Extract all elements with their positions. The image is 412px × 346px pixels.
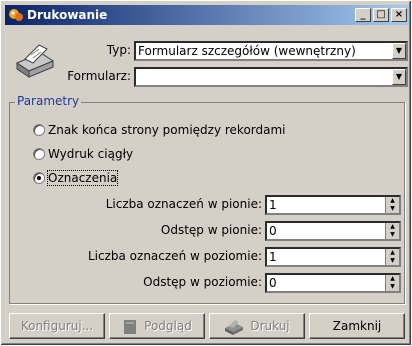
spinner-arrows-icon[interactable]: ▲ ▼ <box>385 197 399 213</box>
print-icon <box>225 319 244 335</box>
spinner-arrows-icon[interactable]: ▲ ▼ <box>385 223 399 239</box>
radio-page-break[interactable]: Znak końca strony pomiędzy rekordami <box>33 123 286 137</box>
radio-continuous[interactable]: Wydruk ciągły <box>33 147 133 161</box>
vertical-spacing-value: 0 <box>269 224 277 238</box>
horizontal-count-value: 1 <box>269 250 277 264</box>
close-window-button[interactable]: × <box>391 8 407 22</box>
radio-button[interactable] <box>33 124 45 136</box>
maximize-icon: □ <box>376 9 386 20</box>
type-label: Typ: <box>106 43 131 57</box>
printer-icon <box>15 44 55 78</box>
print-dialog: Drukowanie _ □ × Typ: Formularz szczegół… <box>0 0 412 346</box>
maximize-button[interactable]: □ <box>373 8 389 22</box>
parameters-group-title: Parametry <box>15 94 82 108</box>
type-select[interactable]: Formularz szczegółów (wewnętrzny) ▼ <box>134 41 408 61</box>
vertical-count-value: 1 <box>269 198 277 212</box>
radio-selected-dot <box>37 176 41 180</box>
form-select[interactable]: ▼ <box>134 67 408 87</box>
spinner-arrows-icon[interactable]: ▲ ▼ <box>385 249 399 265</box>
preview-button[interactable]: Podgląd <box>109 313 205 339</box>
close-icon: × <box>394 9 404 20</box>
print-button[interactable]: Drukuj <box>209 313 305 339</box>
radio-labels[interactable]: Oznaczenia <box>33 170 119 186</box>
vertical-spacing-input[interactable]: 0 ▲ ▼ <box>265 221 401 241</box>
radio-button[interactable] <box>33 148 45 160</box>
preview-label: Podgląd <box>144 319 192 333</box>
minimize-button[interactable]: _ <box>355 8 371 22</box>
close-label: Zamknij <box>332 319 382 333</box>
title-bar[interactable]: Drukowanie _ □ × <box>5 5 409 25</box>
horizontal-spacing-label: Odstęp w poziomie: <box>143 275 262 289</box>
vertical-count-label: Liczba oznaczeń w pionie: <box>105 197 262 211</box>
chevron-down-icon[interactable]: ▼ <box>392 43 406 59</box>
form-label: Formularz: <box>67 69 131 83</box>
horizontal-count-label: Liczba oznaczeń w poziomie: <box>87 249 262 263</box>
spinner-arrows-icon[interactable]: ▲ ▼ <box>385 275 399 291</box>
radio-label: Oznaczenia <box>46 170 119 186</box>
preview-icon <box>124 319 137 334</box>
vertical-spacing-label: Odstęp w pionie: <box>160 223 262 237</box>
horizontal-count-input[interactable]: 1 ▲ ▼ <box>265 247 401 267</box>
chevron-down-icon[interactable]: ▼ <box>392 69 406 85</box>
radio-label: Wydruk ciągły <box>48 147 134 161</box>
window-title: Drukowanie <box>27 8 108 22</box>
radio-button[interactable] <box>33 172 45 184</box>
configure-button[interactable]: Konfiguruj... <box>9 313 105 339</box>
type-select-value: Formularz szczegółów (wewnętrzny) <box>138 44 356 58</box>
close-button[interactable]: Zamknij <box>309 313 405 339</box>
horizontal-spacing-value: 0 <box>269 276 277 290</box>
app-icon <box>9 9 23 21</box>
minimize-icon: _ <box>360 9 366 20</box>
horizontal-spacing-input[interactable]: 0 ▲ ▼ <box>265 273 401 293</box>
radio-label: Znak końca strony pomiędzy rekordami <box>48 123 286 137</box>
print-label: Drukuj <box>250 319 290 333</box>
configure-label: Konfiguruj... <box>20 319 94 333</box>
vertical-count-input[interactable]: 1 ▲ ▼ <box>265 195 401 215</box>
